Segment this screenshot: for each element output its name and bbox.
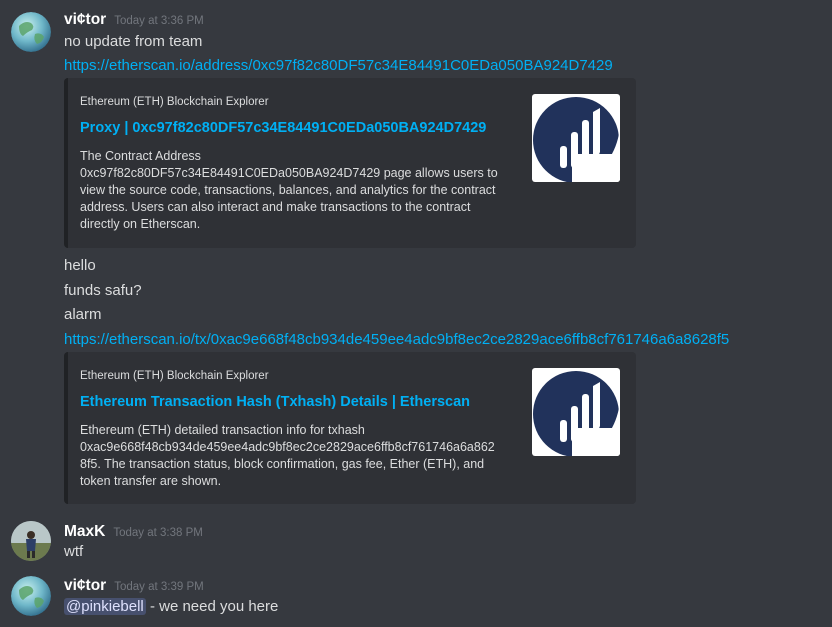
embed-provider: Ethereum (ETH) Blockchain Explorer bbox=[80, 96, 269, 108]
message-text: hello bbox=[64, 257, 96, 274]
embed-thumbnail[interactable] bbox=[532, 94, 620, 182]
username[interactable]: MaxK bbox=[64, 523, 105, 540]
message-text: wtf bbox=[64, 543, 84, 560]
chat-message-list: vi¢tor Today at 3:36 PM no update from te… bbox=[0, 0, 832, 627]
user-avatar-victor[interactable] bbox=[11, 12, 51, 52]
message-header: vi¢tor Today at 3:39 PM bbox=[64, 577, 204, 595]
message-header: vi¢tor Today at 3:36 PM bbox=[64, 11, 204, 29]
message-text-after-mention: - we need you here bbox=[145, 598, 279, 615]
embed-thumbnail[interactable] bbox=[532, 368, 620, 456]
embed-provider: Ethereum (ETH) Blockchain Explorer bbox=[80, 370, 269, 382]
embed-description: Ethereum (ETH) detailed transaction info… bbox=[80, 423, 495, 488]
embed-title[interactable]: Proxy | 0xc97f82c80DF57c34E84491C0EDa050… bbox=[80, 120, 486, 136]
user-avatar-victor[interactable] bbox=[11, 576, 51, 616]
timestamp: Today at 3:36 PM bbox=[114, 15, 204, 27]
message-text: @pinkiebell - we need you here bbox=[64, 598, 278, 615]
message-link[interactable]: https://etherscan.io/tx/0xac9e668f48cb93… bbox=[64, 331, 729, 348]
message-link[interactable]: https://etherscan.io/address/0xc97f82c80… bbox=[64, 57, 613, 74]
embed-description: The Contract Address 0xc97f82c80DF57c34E… bbox=[80, 149, 498, 231]
timestamp: Today at 3:39 PM bbox=[114, 581, 204, 593]
message-text: alarm bbox=[64, 306, 102, 323]
username[interactable]: vi¢tor bbox=[64, 11, 106, 28]
user-mention[interactable]: @pinkiebell bbox=[64, 598, 146, 615]
etherscan-logo-icon bbox=[533, 371, 620, 456]
earth-globe-avatar-icon bbox=[11, 12, 51, 52]
link-embed: Ethereum (ETH) Blockchain Explorer Proxy… bbox=[64, 78, 636, 248]
message-text: no update from team bbox=[64, 33, 203, 50]
link-embed: Ethereum (ETH) Blockchain Explorer Ether… bbox=[64, 352, 636, 504]
embed-title[interactable]: Ethereum Transaction Hash (Txhash) Detai… bbox=[80, 394, 470, 410]
etherscan-logo-icon bbox=[533, 97, 620, 182]
user-avatar-maxk[interactable] bbox=[11, 521, 51, 561]
message-text: funds safu? bbox=[64, 282, 142, 299]
username[interactable]: vi¢tor bbox=[64, 577, 106, 594]
person-photo-avatar-icon bbox=[11, 521, 51, 561]
message-header: MaxK Today at 3:38 PM bbox=[64, 523, 203, 541]
earth-globe-avatar-icon bbox=[11, 576, 51, 616]
timestamp: Today at 3:38 PM bbox=[113, 527, 203, 539]
